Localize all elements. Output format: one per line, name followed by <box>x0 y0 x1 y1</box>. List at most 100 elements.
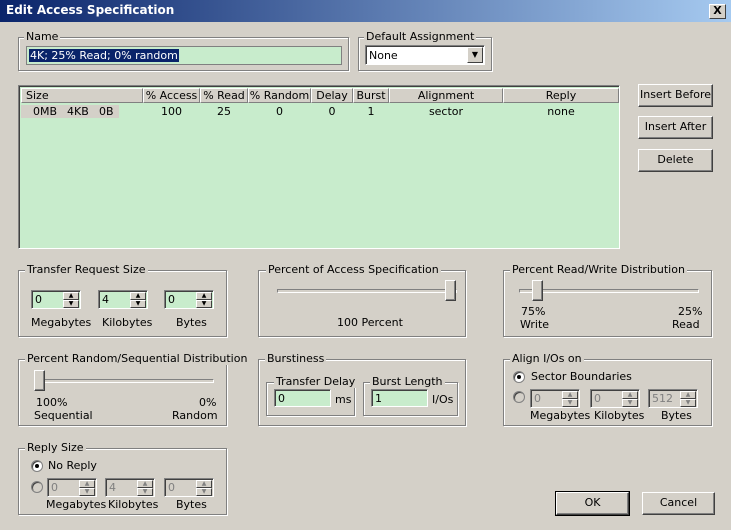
cell-size-mb: 0MB <box>33 105 58 118</box>
spin-down-icon[interactable]: ▼ <box>622 399 638 407</box>
align-b-value: 512 <box>652 392 673 405</box>
cell-size-kb: 4KB <box>67 105 89 118</box>
name-group-label: Name <box>24 30 61 43</box>
transfer-kb-stepper[interactable]: 4 ▲ ▼ <box>98 290 148 309</box>
default-assignment-label: Default Assignment <box>364 30 477 43</box>
percent-access-label: Percent of Access Specification <box>266 263 441 276</box>
random-seq-label: Percent Random/Sequential Distribution <box>25 352 250 365</box>
cell-delay: 0 <box>328 105 336 118</box>
spin-up-icon[interactable]: ▲ <box>79 480 95 488</box>
transfer-b-stepper[interactable]: 0 ▲ ▼ <box>164 290 214 309</box>
align-kb-stepper[interactable]: 0 ▲ ▼ <box>590 389 640 408</box>
column-header-alignment[interactable]: Alignment <box>389 88 503 103</box>
spin-up-icon[interactable]: ▲ <box>196 480 212 488</box>
reply-kb-label: Kilobytes <box>108 498 159 511</box>
spin-up-icon[interactable]: ▲ <box>137 480 153 488</box>
spin-up-icon[interactable]: ▲ <box>196 292 212 300</box>
reply-b-stepper[interactable]: 0 ▲ ▼ <box>164 478 214 497</box>
custom-reply-radio[interactable] <box>31 481 43 493</box>
reply-mb-value: 0 <box>51 481 58 494</box>
transfer-b-label: Bytes <box>176 316 207 329</box>
column-header-delay[interactable]: Delay <box>311 88 353 103</box>
transfer-mb-stepper[interactable]: 0 ▲ ▼ <box>31 290 81 309</box>
transfer-delay-value: 0 <box>278 392 285 405</box>
insert-before-button[interactable]: Insert Before <box>638 84 713 107</box>
default-assignment-select[interactable]: None ▼ <box>365 45 485 65</box>
spin-down-icon[interactable]: ▼ <box>63 300 79 308</box>
column-header-random[interactable]: % Random <box>248 88 311 103</box>
default-assignment-value: None <box>369 49 398 62</box>
write-percent: 75% <box>521 305 546 318</box>
spin-up-icon[interactable]: ▲ <box>680 391 696 399</box>
transfer-kb-label: Kilobytes <box>102 316 153 329</box>
spin-up-icon[interactable]: ▲ <box>622 391 638 399</box>
reply-kb-stepper[interactable]: 4 ▲ ▼ <box>105 478 155 497</box>
spin-down-icon[interactable]: ▼ <box>562 399 578 407</box>
cell-access: 100 <box>161 105 182 118</box>
transfer-delay-label: Transfer Delay <box>274 375 358 388</box>
write-label: Write <box>520 318 550 331</box>
random-label: Random <box>172 409 218 422</box>
ok-button[interactable]: OK <box>555 491 630 516</box>
sector-boundaries-radio[interactable] <box>513 371 525 383</box>
percent-access-track[interactable] <box>277 289 457 293</box>
align-kb-value: 0 <box>594 392 601 405</box>
cell-random: 0 <box>276 105 283 118</box>
sector-boundaries-label: Sector Boundaries <box>531 370 632 383</box>
reply-mb-stepper[interactable]: 0 ▲ ▼ <box>47 478 97 497</box>
spin-up-icon[interactable]: ▲ <box>130 292 146 300</box>
spin-down-icon[interactable]: ▼ <box>130 300 146 308</box>
spin-up-icon[interactable]: ▲ <box>562 391 578 399</box>
reply-size-label: Reply Size <box>25 441 86 454</box>
spin-down-icon[interactable]: ▼ <box>137 488 153 496</box>
random-seq-slider[interactable] <box>34 370 45 391</box>
sequential-percent: 100% <box>36 396 68 409</box>
align-kb-label: Kilobytes <box>594 409 645 422</box>
cell-size-b: 0B <box>99 105 114 118</box>
chevron-down-icon[interactable]: ▼ <box>467 47 483 63</box>
align-mb-value: 0 <box>534 392 541 405</box>
align-mb-label: Megabytes <box>530 409 591 422</box>
cancel-button[interactable]: Cancel <box>642 492 715 515</box>
column-header-read[interactable]: % Read <box>200 88 248 103</box>
column-header-size[interactable]: Size <box>21 88 143 103</box>
access-spec-list[interactable]: Size % Access % Read % Random Delay Burs… <box>18 85 620 249</box>
transfer-size-label: Transfer Request Size <box>25 263 148 276</box>
read-write-slider[interactable] <box>532 280 543 301</box>
spin-down-icon[interactable]: ▼ <box>79 488 95 496</box>
column-header-reply[interactable]: Reply <box>503 88 619 103</box>
sequential-label: Sequential <box>34 409 93 422</box>
random-seq-track[interactable] <box>34 379 214 383</box>
align-mb-stepper[interactable]: 0 ▲ ▼ <box>530 389 580 408</box>
transfer-b-value: 0 <box>168 293 175 306</box>
burst-length-input[interactable]: 1 <box>371 389 428 407</box>
name-input[interactable]: 4K; 25% Read; 0% random <box>26 46 342 65</box>
transfer-delay-input[interactable]: 0 <box>274 389 331 407</box>
burst-length-label: Burst Length <box>370 375 445 388</box>
align-b-stepper[interactable]: 512 ▲ ▼ <box>648 389 698 408</box>
insert-after-button[interactable]: Insert After <box>638 116 713 139</box>
column-header-burst[interactable]: Burst <box>353 88 389 103</box>
spin-up-icon[interactable]: ▲ <box>63 292 79 300</box>
burst-length-unit: I/Os <box>432 393 454 406</box>
percent-access-slider[interactable] <box>445 280 456 301</box>
transfer-mb-label: Megabytes <box>31 316 92 329</box>
no-reply-radio[interactable] <box>31 460 43 472</box>
spin-down-icon[interactable]: ▼ <box>680 399 696 407</box>
delete-button[interactable]: Delete <box>638 149 713 172</box>
read-label: Read <box>672 318 700 331</box>
custom-align-radio[interactable] <box>513 391 525 403</box>
percent-access-value: 100 Percent <box>337 316 403 329</box>
reply-kb-value: 4 <box>109 481 116 494</box>
close-button[interactable]: X <box>709 4 726 19</box>
random-percent: 0% <box>199 396 217 409</box>
spin-down-icon[interactable]: ▼ <box>196 488 212 496</box>
align-b-label: Bytes <box>661 409 692 422</box>
column-header-access[interactable]: % Access <box>143 88 200 103</box>
read-write-track[interactable] <box>519 289 699 293</box>
spin-down-icon[interactable]: ▼ <box>196 300 212 308</box>
cell-reply: none <box>547 105 575 118</box>
read-write-label: Percent Read/Write Distribution <box>510 263 687 276</box>
transfer-mb-value: 0 <box>35 293 42 306</box>
reply-b-label: Bytes <box>176 498 207 511</box>
